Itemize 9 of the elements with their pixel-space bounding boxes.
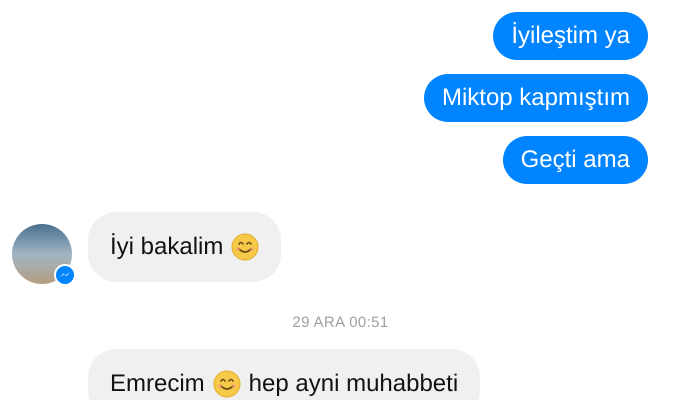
message-text: Miktop kapmıştım: [442, 83, 630, 113]
message-text: hep ayni muhabbeti: [248, 368, 458, 398]
timestamp: 29 ARA 00:51: [292, 313, 389, 333]
smiley-icon: [212, 370, 241, 398]
message-text: Emrecim: [110, 368, 205, 398]
smiley-icon: [231, 233, 260, 261]
message-text: İyi bakalim: [110, 232, 224, 262]
message-text: İyileştim ya: [511, 21, 630, 51]
message-text: Geçti ama: [520, 145, 630, 175]
